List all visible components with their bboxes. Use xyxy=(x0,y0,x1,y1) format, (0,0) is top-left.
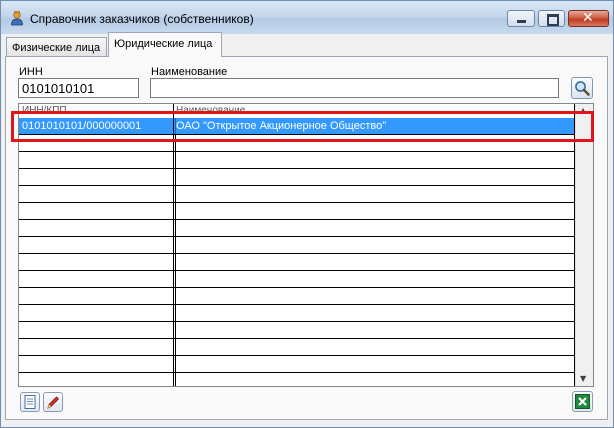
table-row-empty[interactable] xyxy=(19,169,575,186)
table-row[interactable]: 0101010101/000000001 ОАО "Открытое Акцио… xyxy=(19,118,575,135)
cell-inn-kpp xyxy=(19,322,176,338)
tab-individuals[interactable]: Физические лица xyxy=(6,37,107,56)
user-icon xyxy=(11,11,23,26)
cell-inn-kpp xyxy=(19,356,176,372)
cell-inn-kpp xyxy=(19,305,176,321)
table-row-empty[interactable] xyxy=(19,186,575,203)
table-body: 0101010101/000000001 ОАО "Открытое Акцио… xyxy=(19,118,575,386)
column-divider xyxy=(173,104,174,386)
title-bar[interactable]: Справочник заказчиков (собственников) ✕ xyxy=(1,1,613,34)
excel-icon xyxy=(575,394,590,409)
column-header-name[interactable]: Наименование xyxy=(173,104,245,117)
cell-inn-kpp xyxy=(19,339,176,355)
cell-inn-kpp xyxy=(19,203,176,219)
cell-inn-kpp xyxy=(19,152,176,168)
tab-legal-entities[interactable]: Юридические лица xyxy=(108,32,222,57)
table-row-empty[interactable] xyxy=(19,322,575,339)
scroll-up-icon[interactable]: ▲ xyxy=(580,106,586,115)
vertical-scrollbar[interactable]: ▲ ▼ xyxy=(575,104,593,386)
scroll-down-icon[interactable]: ▼ xyxy=(580,374,586,383)
inn-input[interactable] xyxy=(18,78,139,98)
search-button[interactable] xyxy=(571,77,593,99)
edit-record-button[interactable] xyxy=(43,392,63,412)
main-window: Справочник заказчиков (собственников) ✕ … xyxy=(0,0,614,428)
maximize-button[interactable] xyxy=(538,10,565,27)
window-title: Справочник заказчиков (собственников) xyxy=(30,12,254,26)
cell-inn-kpp xyxy=(19,254,176,270)
document-icon xyxy=(24,395,36,409)
minimize-icon xyxy=(517,20,526,23)
cell-inn-kpp xyxy=(19,220,176,236)
pencil-icon xyxy=(47,396,60,409)
table-row-empty[interactable] xyxy=(19,373,575,386)
table-row-empty[interactable] xyxy=(19,288,575,305)
cell-inn-kpp xyxy=(19,373,176,386)
name-input[interactable] xyxy=(150,78,559,98)
cell-name: ОАО "Открытое Акционерное Общество" xyxy=(176,120,387,132)
cell-inn-kpp: 0101010101/000000001 xyxy=(19,118,176,134)
minimize-button[interactable] xyxy=(507,10,535,27)
table-row-empty[interactable] xyxy=(19,254,575,271)
column-header-inn-kpp[interactable]: ИНН/КПП xyxy=(19,104,67,117)
table-row-empty[interactable] xyxy=(19,356,575,373)
name-label: Наименование xyxy=(151,66,228,78)
close-icon: ✕ xyxy=(582,10,594,26)
table-row-empty[interactable] xyxy=(19,220,575,237)
table-row-empty[interactable] xyxy=(19,271,575,288)
maximize-icon xyxy=(547,14,559,26)
close-button[interactable]: ✕ xyxy=(568,10,609,27)
cell-inn-kpp xyxy=(19,237,176,253)
table-row-empty[interactable] xyxy=(19,203,575,220)
table-row-empty[interactable] xyxy=(19,135,575,152)
customers-table[interactable]: ИНН/КПП Наименование 0101010101/00000000… xyxy=(18,103,594,387)
magnifier-icon xyxy=(575,81,590,96)
export-excel-button[interactable] xyxy=(572,391,593,412)
table-row-empty[interactable] xyxy=(19,305,575,322)
cell-inn-kpp xyxy=(19,271,176,287)
cell-inn-kpp xyxy=(19,186,176,202)
cell-inn-kpp xyxy=(19,169,176,185)
inn-label: ИНН xyxy=(19,66,43,78)
table-row-empty[interactable] xyxy=(19,152,575,169)
new-record-button[interactable] xyxy=(20,392,40,412)
cell-inn-kpp xyxy=(19,288,176,304)
cell-inn-kpp xyxy=(19,135,176,151)
table-row-empty[interactable] xyxy=(19,339,575,356)
table-row-empty[interactable] xyxy=(19,237,575,254)
